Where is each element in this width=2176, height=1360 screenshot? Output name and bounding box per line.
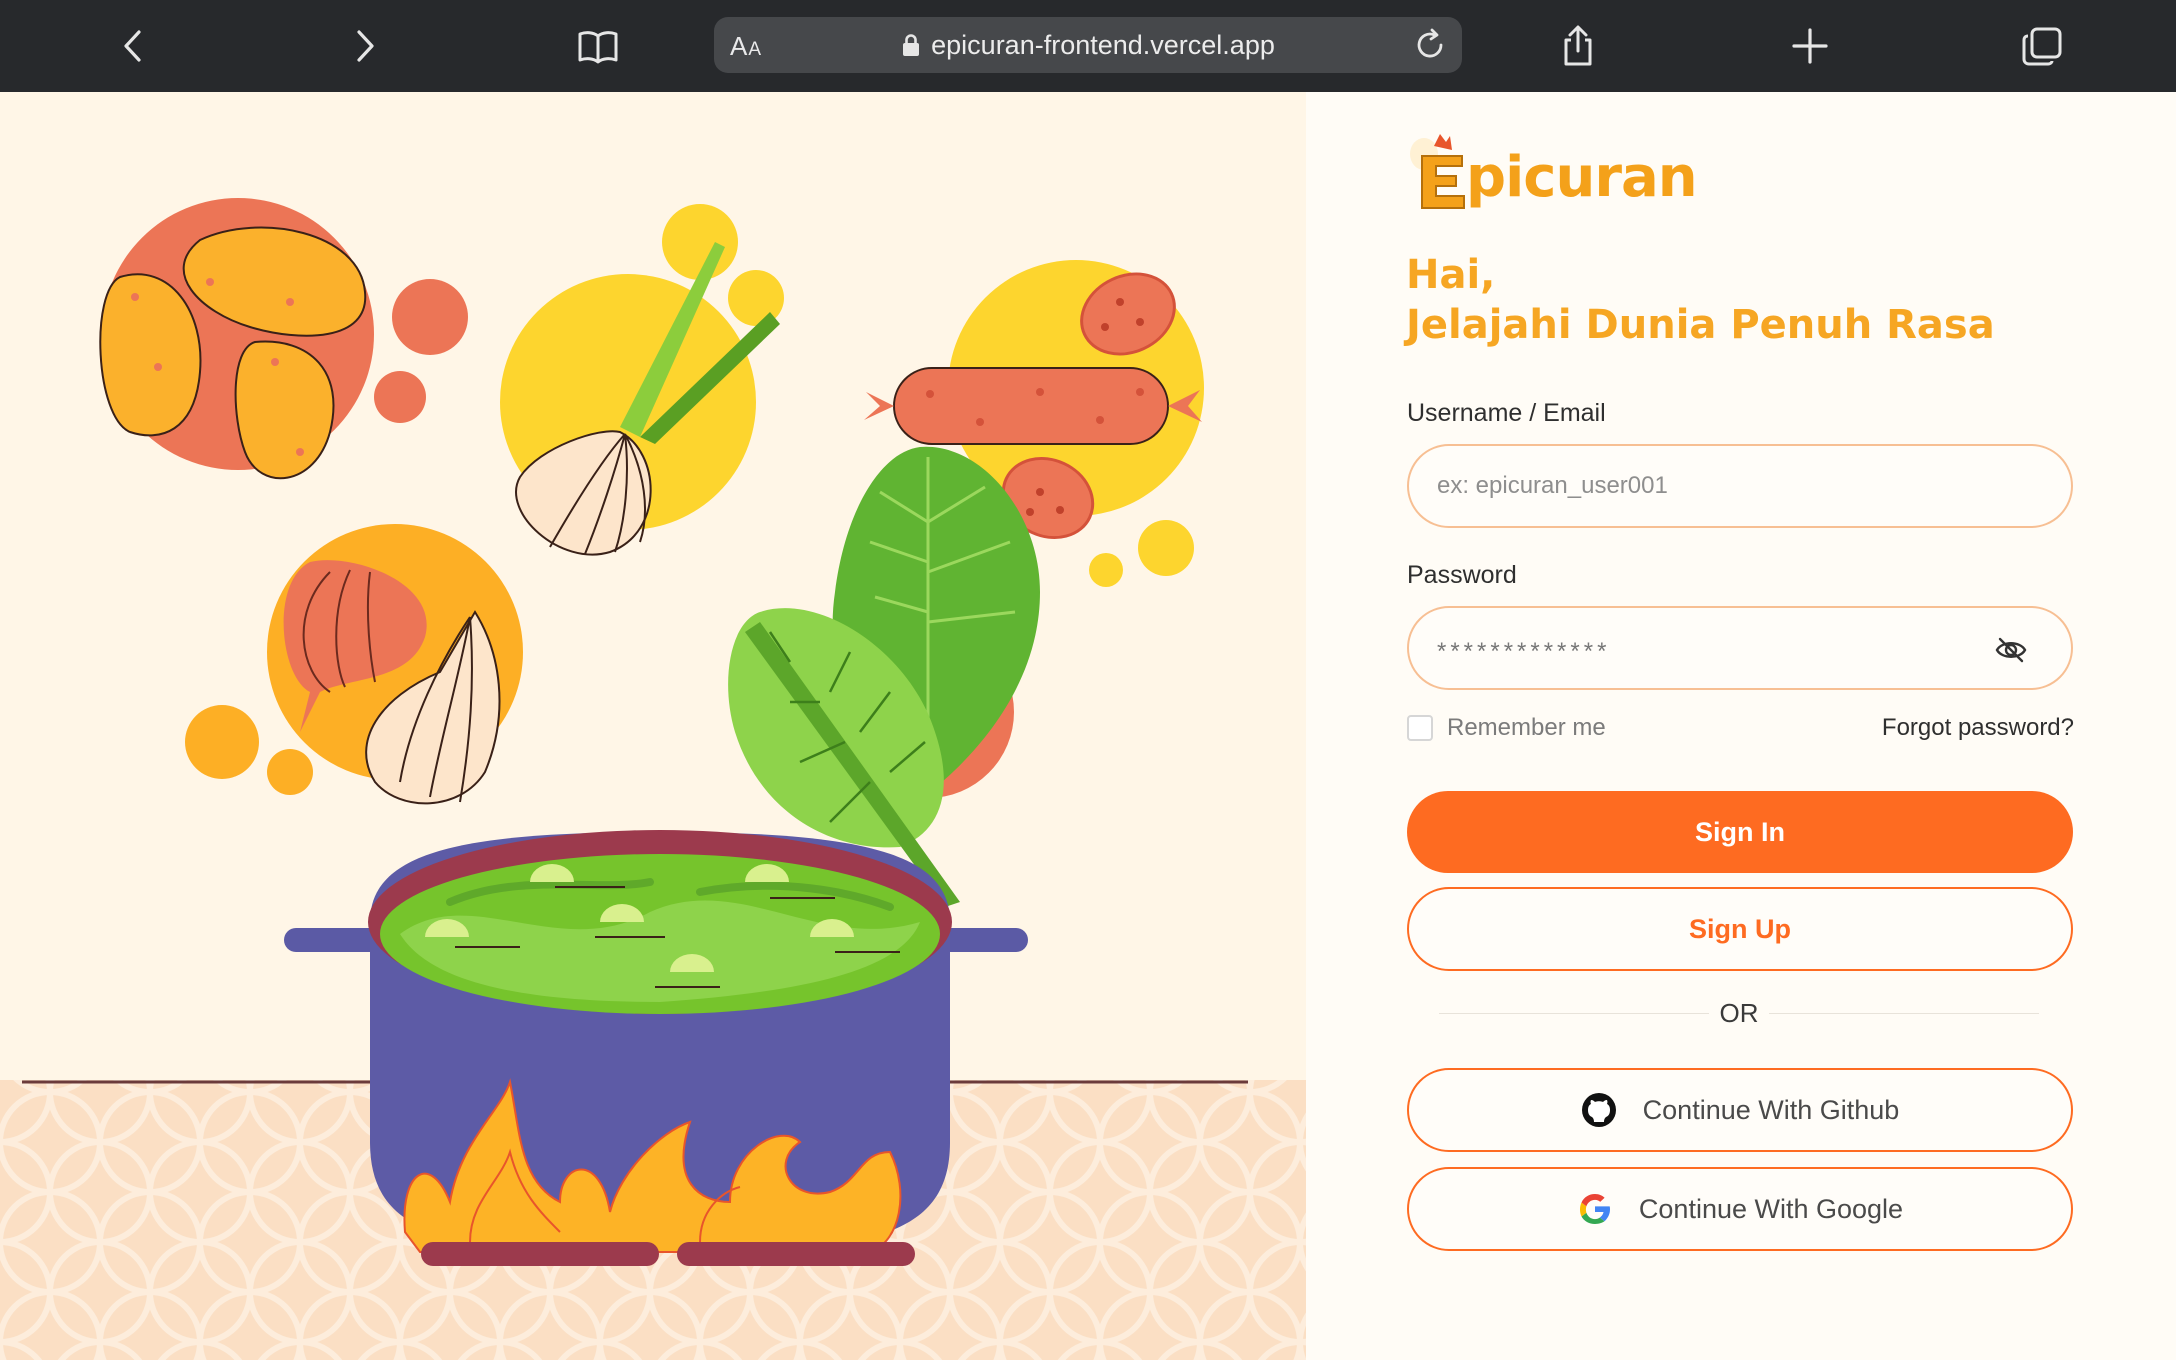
eye-off-icon[interactable] — [1995, 636, 2027, 664]
sign-up-button[interactable]: Sign Up — [1407, 887, 2073, 971]
greeting-heading: Hai, Jelajahi Dunia Penuh Rasa — [1406, 250, 1995, 350]
chef-hat-logo-icon — [1410, 134, 1465, 209]
reload-icon[interactable] — [1412, 27, 1448, 63]
pot — [284, 830, 1028, 1266]
share-button[interactable] — [1546, 14, 1610, 78]
or-divider: OR — [1439, 998, 2039, 1028]
back-icon — [124, 30, 141, 62]
github-label: Continue With Github — [1642, 1094, 1900, 1125]
google-label: Continue With Google — [1638, 1193, 1904, 1224]
remember-me-label: Remember me — [1447, 714, 1606, 741]
back-button[interactable] — [102, 14, 166, 78]
username-field[interactable]: ex: epicuran_user001 — [1407, 444, 2073, 528]
share-icon — [1564, 25, 1592, 66]
browser-toolbar: AA epicuran-frontend.vercel.app — [0, 0, 2176, 92]
soup-pot-illustration — [0, 198, 1306, 1360]
forward-button[interactable] — [332, 14, 396, 78]
username-label: Username / Email — [1407, 399, 1606, 427]
greeting-line1: Hai, — [1406, 252, 1496, 298]
or-label: OR — [1719, 998, 1759, 1028]
google-icon — [1579, 1194, 1610, 1224]
google-login-button[interactable]: Continue With Google — [1407, 1167, 2073, 1251]
brand-name: picuran — [1466, 145, 1698, 210]
github-login-button[interactable]: Continue With Github — [1407, 1068, 2073, 1152]
brand-logo: picuran — [1406, 132, 1698, 212]
address-bar[interactable]: AA epicuran-frontend.vercel.app — [714, 17, 1462, 73]
password-mask: ************* — [1437, 638, 1611, 665]
tabs-overview-button[interactable] — [2010, 14, 2074, 78]
forward-icon — [357, 30, 374, 62]
github-icon — [1581, 1093, 1616, 1127]
remember-me-checkbox[interactable]: Remember me — [1407, 714, 1606, 742]
potatoes — [99, 198, 468, 480]
password-field[interactable]: ************* — [1407, 606, 2073, 690]
bookmarks-icon — [578, 31, 618, 64]
forgot-password-link[interactable]: Forgot password? — [1882, 714, 2074, 742]
login-panel: picuran Hai, Jelajahi Dunia Penuh Rasa U… — [1306, 92, 2176, 1360]
checkbox-box[interactable] — [1407, 715, 1433, 741]
tabs-icon — [2022, 27, 2062, 66]
username-placeholder: ex: epicuran_user001 — [1437, 472, 1668, 499]
new-tab-icon — [1792, 28, 1828, 64]
greeting-line2: Jelajahi Dunia Penuh Rasa — [1406, 302, 1995, 348]
url-text: epicuran-frontend.vercel.app — [931, 29, 1275, 60]
bookmarks-button[interactable] — [566, 14, 630, 78]
password-label: Password — [1407, 561, 1517, 589]
sign-in-button[interactable]: Sign In — [1407, 791, 2073, 873]
lock-icon — [901, 33, 921, 57]
cooking-illustration — [0, 92, 1306, 1360]
new-tab-button[interactable] — [1778, 14, 1842, 78]
